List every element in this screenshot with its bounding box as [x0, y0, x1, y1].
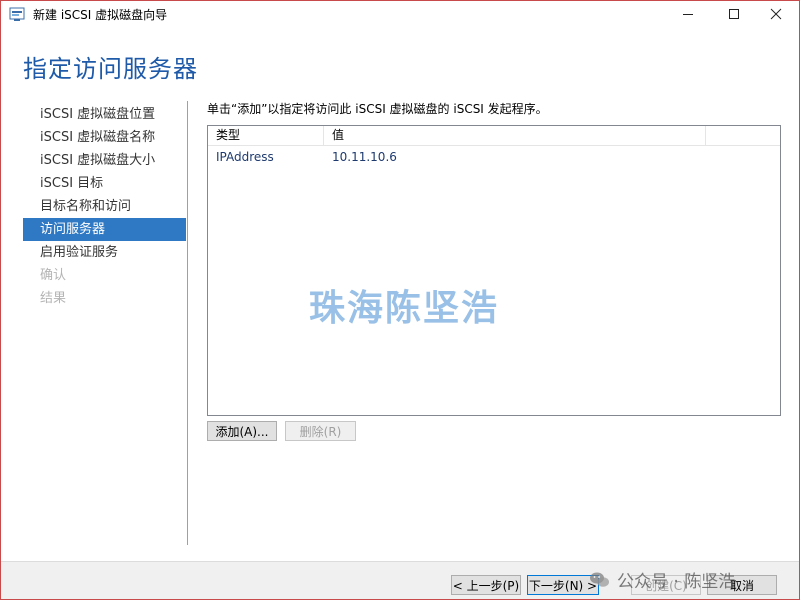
server-manager-icon — [9, 7, 25, 21]
nav-step-disk-location[interactable]: iSCSI 虚拟磁盘位置 — [23, 103, 186, 126]
close-icon — [770, 8, 782, 20]
wechat-icon — [590, 572, 609, 587]
window-title: 新建 iSCSI 虚拟磁盘向导 — [33, 8, 168, 22]
footer-watermark: 公众号 · 陈坚浩 — [589, 567, 735, 592]
nav-step-access-servers[interactable]: 访问服务器 — [23, 218, 186, 241]
nav-step-disk-size[interactable]: iSCSI 虚拟磁盘大小 — [23, 149, 186, 172]
page-title: 指定访问服务器 — [23, 55, 198, 83]
nav-step-target-name-access[interactable]: 目标名称和访问 — [23, 195, 186, 218]
nav-step-disk-name[interactable]: iSCSI 虚拟磁盘名称 — [23, 126, 186, 149]
add-button[interactable]: 添加(A)... — [207, 421, 277, 441]
close-button[interactable] — [753, 1, 799, 27]
column-header-empty — [706, 126, 780, 145]
wizard-step-nav: iSCSI 虚拟磁盘位置 iSCSI 虚拟磁盘名称 iSCSI 虚拟磁盘大小 i… — [23, 103, 186, 310]
nav-step-iscsi-target[interactable]: iSCSI 目标 — [23, 172, 186, 195]
minimize-button[interactable] — [665, 1, 711, 27]
previous-button[interactable]: < 上一步(P) — [451, 575, 521, 595]
column-header-value[interactable]: 值 — [324, 126, 706, 145]
nav-step-confirm: 确认 — [40, 268, 67, 283]
title-bar[interactable]: 新建 iSCSI 虚拟磁盘向导 — [1, 1, 799, 27]
instruction-text: 单击“添加”以指定将访问此 iSCSI 虚拟磁盘的 iSCSI 发起程序。 — [207, 102, 548, 116]
wizard-window: 新建 iSCSI 虚拟磁盘向导 指定访问服务器 iSCSI 虚拟磁盘位置 iSC… — [0, 0, 800, 600]
initiator-list[interactable]: 类型 值 IPAddress 10.11.10.6 — [207, 125, 781, 416]
column-header-type[interactable]: 类型 — [208, 126, 324, 145]
cell-type: IPAddress — [216, 150, 274, 164]
maximize-icon — [729, 9, 739, 19]
minimize-icon — [683, 14, 693, 15]
remove-button: 删除(R) — [285, 421, 356, 441]
nav-divider — [187, 101, 188, 545]
table-row[interactable]: IPAddress 10.11.10.6 — [208, 148, 780, 166]
maximize-button[interactable] — [711, 1, 757, 27]
nav-step-enable-auth[interactable]: 启用验证服务 — [23, 241, 186, 264]
watermark-text: 珠海陈坚浩 — [309, 288, 500, 329]
cell-value: 10.11.10.6 — [332, 150, 397, 164]
footer-watermark-text: 公众号 · 陈坚浩 — [617, 572, 736, 592]
list-header: 类型 值 — [208, 126, 780, 146]
nav-step-results: 结果 — [40, 291, 67, 306]
